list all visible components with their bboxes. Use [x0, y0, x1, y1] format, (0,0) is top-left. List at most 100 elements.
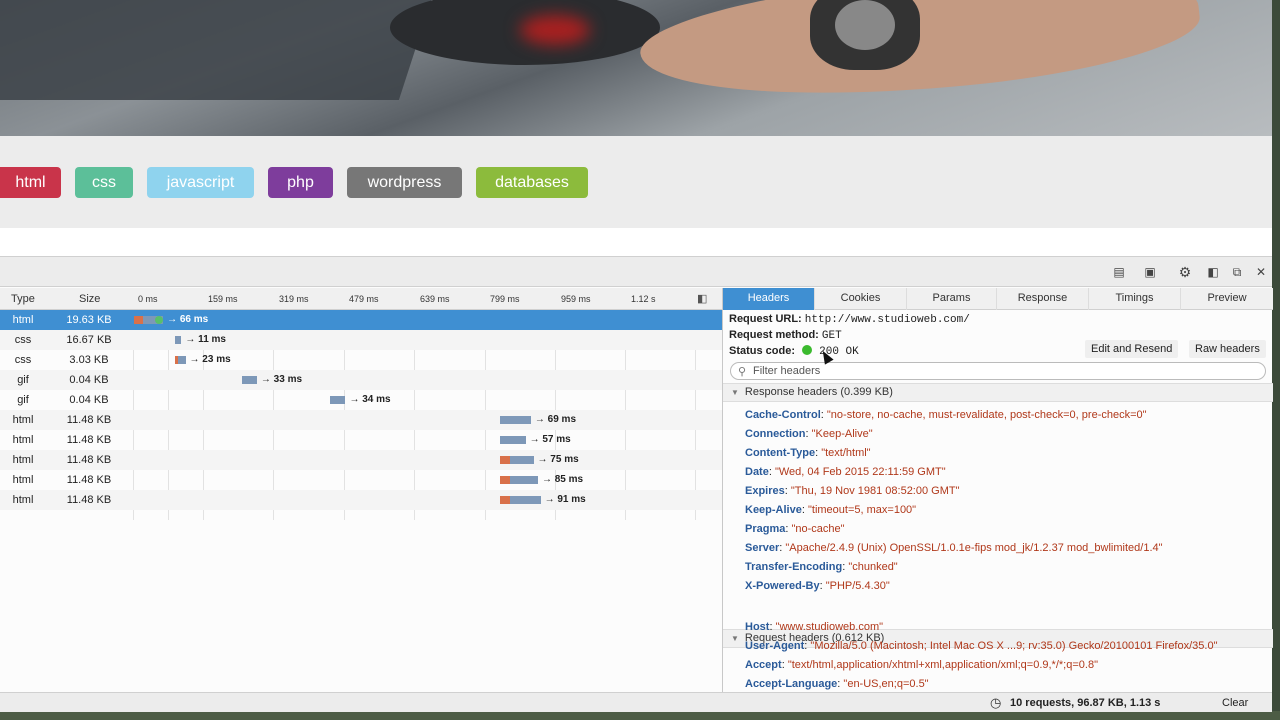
tag-javascript[interactable]: javascript	[147, 167, 254, 198]
header-row[interactable]: Pragma: "no-cache"	[745, 523, 845, 535]
devtools-toolbar: ▤ ▣ ⚙ ◧ ⧉ ✕	[0, 257, 1272, 287]
header-row[interactable]: Content-Type: "text/html"	[745, 447, 871, 459]
header-row[interactable]: Server: "Apache/2.4.9 (Unix) OpenSSL/1.0…	[745, 542, 1163, 554]
request-size: 11.48 KB	[66, 414, 112, 426]
timing-bar	[500, 416, 531, 424]
request-type: css	[14, 354, 32, 366]
tag-wordpress[interactable]: wordpress	[347, 167, 462, 198]
tab-timings[interactable]: Timings	[1089, 288, 1181, 310]
request-type: html	[12, 314, 34, 326]
content-strip	[0, 228, 1272, 256]
timeline-tick: 1.12 s	[631, 294, 656, 304]
background-edge	[1272, 0, 1280, 720]
request-row[interactable]: gif 0.04 KB → 34 ms	[0, 390, 722, 410]
dock-side-icon[interactable]: ◧	[1206, 265, 1220, 279]
header-row[interactable]: Cache-Control: "no-store, no-cache, must…	[745, 409, 1147, 421]
response-headers-title: Response headers (0.399 KB)	[744, 386, 893, 398]
request-row[interactable]: gif 0.04 KB → 33 ms	[0, 370, 722, 390]
header-name: User-Agent	[745, 640, 805, 652]
console-icon[interactable]: ▤	[1112, 265, 1126, 279]
close-icon[interactable]: ✕	[1254, 265, 1268, 279]
tab-headers[interactable]: Headers	[723, 288, 815, 310]
edit-resend-button[interactable]: Edit and Resend	[1085, 340, 1179, 358]
tab-params[interactable]: Params	[907, 288, 997, 310]
tag-css[interactable]: css	[75, 167, 133, 198]
responsive-icon[interactable]: ▣	[1143, 265, 1157, 279]
header-row[interactable]: User-Agent: "Mozilla/5.0 (Macintosh; Int…	[745, 640, 1217, 652]
timing-segment-wait	[510, 456, 534, 464]
request-summary: 10 requests, 96.87 KB, 1.13 s	[1010, 697, 1161, 709]
header-name: Accept	[745, 659, 782, 671]
tab-preview[interactable]: Preview	[1181, 288, 1273, 310]
timing-segment-wait	[175, 336, 182, 344]
header-row[interactable]: Transfer-Encoding: "chunked"	[745, 561, 898, 573]
background-edge-bottom	[0, 711, 1280, 720]
request-row[interactable]: css 16.67 KB → 11 ms	[0, 330, 722, 350]
header-name: Keep-Alive	[745, 504, 802, 516]
header-row[interactable]: Accept: "text/html,application/xhtml+xml…	[745, 659, 1098, 671]
request-row[interactable]: html 11.48 KB → 69 ms	[0, 410, 722, 430]
timing-bar	[134, 316, 164, 324]
timing-label: → 33 ms	[260, 374, 303, 385]
raw-headers-button[interactable]: Raw headers	[1189, 340, 1266, 358]
timing-label: → 34 ms	[349, 394, 391, 405]
waterfall-toggle-icon[interactable]: ◧	[697, 292, 707, 305]
timing-label: → 75 ms	[537, 454, 579, 465]
header-value: "PHP/5.4.30"	[825, 580, 890, 592]
timing-segment-wait	[500, 436, 526, 444]
header-row[interactable]: Host: "www.studioweb.com"	[745, 621, 883, 633]
header-name: Accept-Language	[745, 678, 838, 690]
header-value: "Wed, 04 Feb 2015 22:11:59 GMT"	[774, 466, 946, 478]
request-type: html	[12, 474, 34, 486]
timing-label: → 11 ms	[185, 334, 226, 345]
request-method-line: Request method: GET	[729, 329, 842, 342]
header-row[interactable]: Connection: "Keep-Alive"	[745, 428, 873, 440]
request-row[interactable]: css 3.03 KB → 23 ms	[0, 350, 722, 370]
header-value: "www.studioweb.com"	[775, 621, 884, 633]
request-row[interactable]: html 11.48 KB → 91 ms	[0, 490, 722, 510]
timing-bar	[500, 436, 526, 444]
header-row[interactable]: Keep-Alive: "timeout=5, max=100"	[745, 504, 916, 516]
timing-bar	[242, 376, 257, 384]
column-size[interactable]: Size	[79, 293, 100, 305]
settings-icon[interactable]: ⚙	[1178, 265, 1192, 279]
header-value: "en-US,en;q=0.5"	[843, 678, 929, 690]
clear-button[interactable]: Clear	[1222, 697, 1248, 709]
timing-segment-wait	[510, 496, 541, 504]
tag-databases[interactable]: databases	[476, 167, 588, 198]
request-row[interactable]: html 19.63 KB → 66 ms	[0, 310, 722, 330]
request-type: gif	[17, 394, 29, 406]
column-type[interactable]: Type	[11, 293, 35, 305]
timeline-tick: 959 ms	[561, 294, 591, 304]
header-name: Cache-Control	[745, 409, 821, 421]
timing-bar	[330, 396, 346, 404]
collapse-triangle-icon: ▼	[731, 388, 739, 397]
timing-segment-wait	[500, 416, 531, 424]
request-type: html	[12, 434, 34, 446]
header-row[interactable]: Accept-Language: "en-US,en;q=0.5"	[745, 678, 929, 690]
timing-segment-wait	[178, 356, 186, 364]
request-row[interactable]: html 11.48 KB → 75 ms	[0, 450, 722, 470]
timing-label: → 91 ms	[544, 494, 586, 505]
devtools-panel: ▤ ▣ ⚙ ◧ ⧉ ✕ Type Size 0 ms 159 ms 319 ms 47…	[0, 256, 1273, 712]
timing-label: → 57 ms	[529, 434, 571, 445]
tab-cookies[interactable]: Cookies	[815, 288, 907, 310]
header-row[interactable]: Expires: "Thu, 19 Nov 1981 08:52:00 GMT"	[745, 485, 960, 497]
filter-headers-input[interactable]: ⚲ Filter headers	[730, 362, 1266, 380]
header-row[interactable]: X-Powered-By: "PHP/5.4.30"	[745, 580, 890, 592]
timeline-tick: 159 ms	[208, 294, 238, 304]
hero-photo	[0, 0, 1272, 136]
tab-response[interactable]: Response	[997, 288, 1089, 310]
timing-bar	[175, 356, 186, 364]
tag-php[interactable]: php	[268, 167, 333, 198]
request-row[interactable]: html 11.48 KB → 57 ms	[0, 430, 722, 450]
response-headers-section[interactable]: ▼ Response headers (0.399 KB)	[723, 383, 1273, 402]
status-code-line: Status code: 200 OK	[729, 345, 859, 358]
undock-icon[interactable]: ⧉	[1230, 265, 1244, 279]
request-size: 11.48 KB	[66, 434, 112, 446]
tag-html[interactable]: html	[0, 167, 61, 198]
timing-label: → 85 ms	[541, 474, 584, 485]
header-row[interactable]: Date: "Wed, 04 Feb 2015 22:11:59 GMT"	[745, 466, 946, 478]
timing-segment-wait	[510, 476, 538, 484]
request-row[interactable]: html 11.48 KB → 85 ms	[0, 470, 722, 490]
